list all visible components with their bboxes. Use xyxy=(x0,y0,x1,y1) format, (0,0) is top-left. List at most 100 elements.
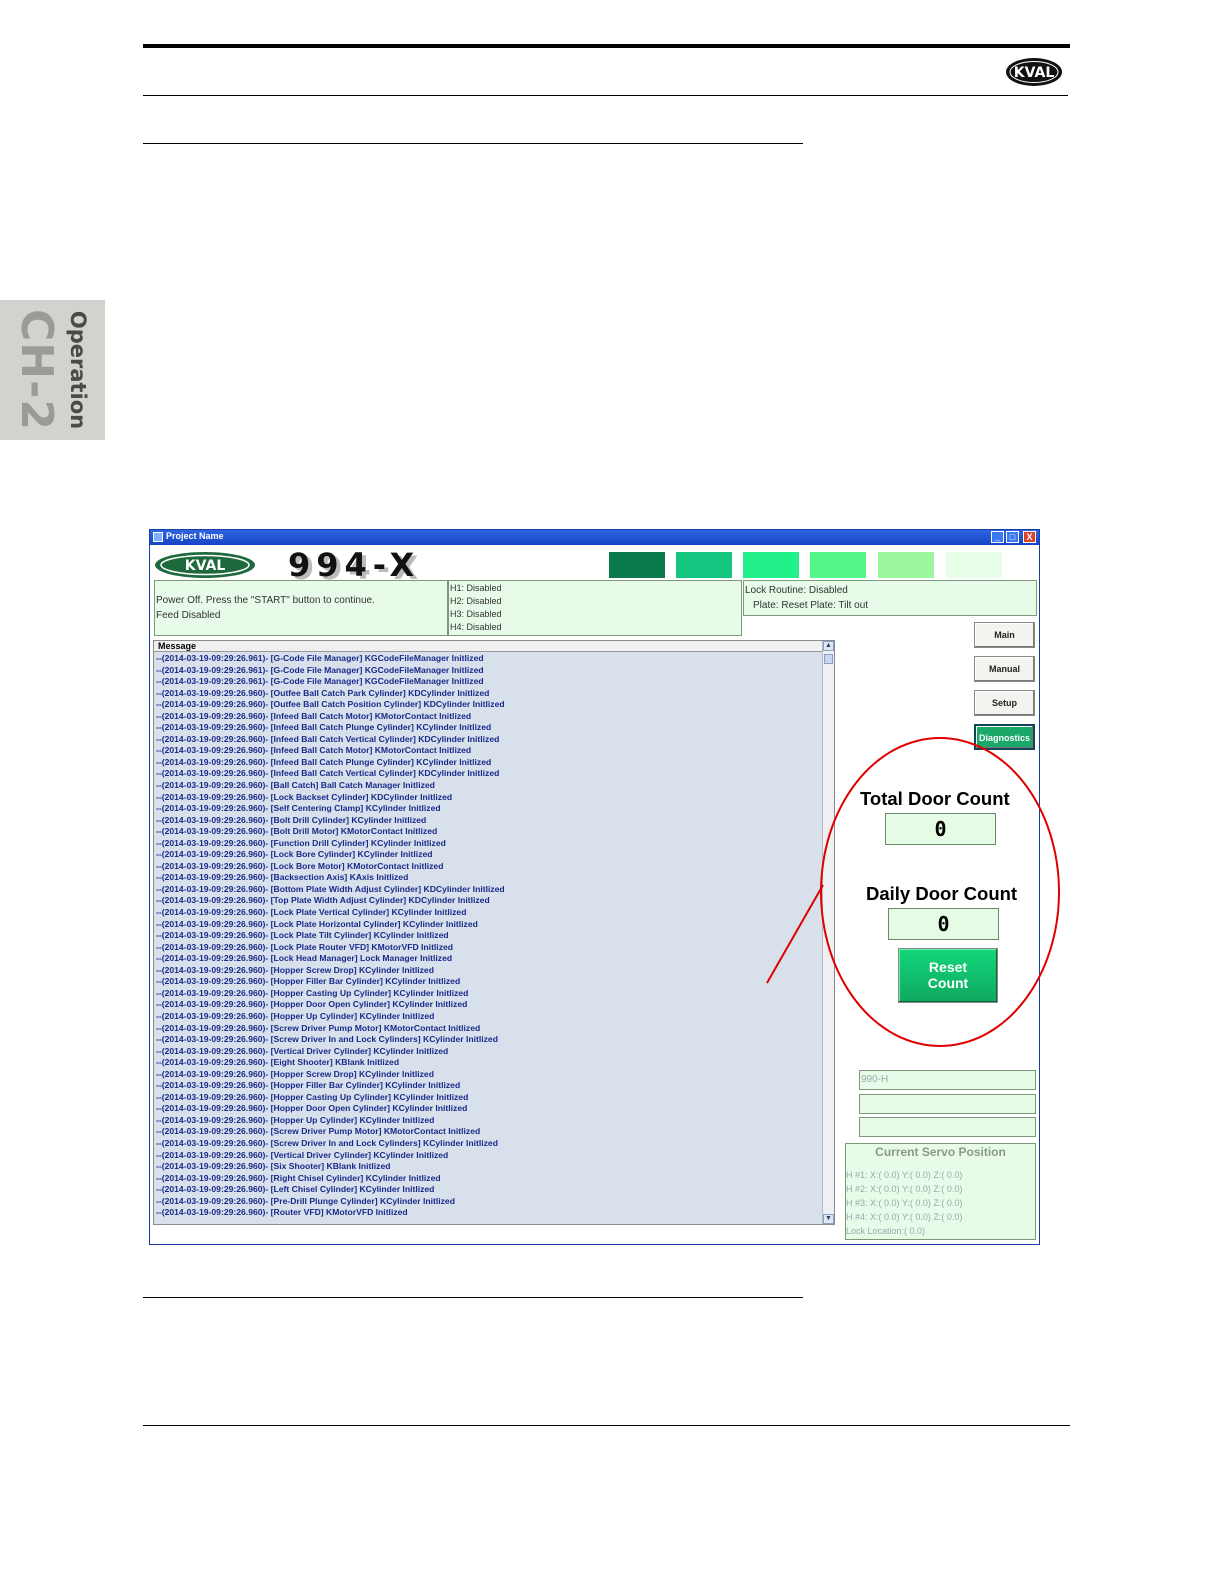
callout-circle xyxy=(820,737,1060,1047)
log-row: --(2014-03-19-09:29:26.961)- [G-Code Fil… xyxy=(156,676,484,687)
log-row: --(2014-03-19-09:29:26.960)- [Infeed Bal… xyxy=(156,745,472,756)
window-title: Project Name xyxy=(166,531,224,541)
scroll-thumb[interactable] xyxy=(824,654,833,664)
log-row: --(2014-03-19-09:29:26.960)- [Hopper Doo… xyxy=(156,999,468,1010)
servo-position-panel: Current Servo Position H #1: X:( 0.0) Y:… xyxy=(845,1143,1036,1240)
servo-lock-location: Lock Location:( 0.0) xyxy=(846,1226,926,1236)
log-row: --(2014-03-19-09:29:26.960)- [Lock Plate… xyxy=(156,907,467,918)
model-text: 994-X xyxy=(288,549,420,583)
log-row: --(2014-03-19-09:29:26.961)- [G-Code Fil… xyxy=(156,664,484,675)
log-row: --(2014-03-19-09:29:26.960)- [Hopper Fil… xyxy=(156,1080,461,1091)
log-row: --(2014-03-19-09:29:26.960)- [Hopper Doo… xyxy=(156,1103,468,1114)
log-row: --(2014-03-19-09:29:26.960)- [Lock Plate… xyxy=(156,918,478,929)
log-row: --(2014-03-19-09:29:26.960)- [Lock Backs… xyxy=(156,791,453,802)
log-row: --(2014-03-19-09:29:26.960)- [Hopper Up … xyxy=(156,1010,435,1021)
log-row: --(2014-03-19-09:29:26.960)- [Hopper Cas… xyxy=(156,1091,469,1102)
servo-line-h3: H #3: X:( 0.0) Y:( 0.0) Z:( 0.0) xyxy=(846,1198,963,1208)
log-row: --(2014-03-19-09:29:26.960)- [Router VFD… xyxy=(156,1207,408,1218)
log-row: --(2014-03-19-09:29:26.960)- [Backsectio… xyxy=(156,872,409,883)
callout-pointer xyxy=(766,884,824,984)
servo-title: Current Servo Position xyxy=(875,1145,1006,1159)
log-row: --(2014-03-19-09:29:26.960)- [Infeed Bal… xyxy=(156,722,492,733)
status-line-2: Feed Disabled xyxy=(156,610,221,621)
log-row: --(2014-03-19-09:29:26.960)- [Top Plate … xyxy=(156,895,490,906)
svg-text:KVAL: KVAL xyxy=(1014,65,1055,81)
info-field-2[interactable] xyxy=(859,1094,1036,1114)
log-row: --(2014-03-19-09:29:26.960)- [Hopper Cas… xyxy=(156,987,469,998)
log-row: --(2014-03-19-09:29:26.960)- [Lock Plate… xyxy=(156,930,449,941)
log-row: --(2014-03-19-09:29:26.960)- [Infeed Bal… xyxy=(156,710,472,721)
log-row: --(2014-03-19-09:29:26.960)- [Infeed Bal… xyxy=(156,733,500,744)
message-log[interactable]: Message --(2014-03-19-09:29:26.961)- [G-… xyxy=(153,640,835,1225)
info-field-3[interactable] xyxy=(859,1117,1036,1137)
log-row: --(2014-03-19-09:29:26.960)- [Lock Bore … xyxy=(156,849,433,860)
log-row: --(2014-03-19-09:29:26.960)- [Vertical D… xyxy=(156,1149,449,1160)
machine-model-field[interactable]: 990-H xyxy=(859,1070,1036,1090)
lock-panel: Lock Routine: Disabled Plate: Reset Plat… xyxy=(743,580,1037,616)
svg-text:KVAL: KVAL xyxy=(185,558,226,574)
log-row: --(2014-03-19-09:29:26.960)- [Right Chis… xyxy=(156,1172,441,1183)
log-row: --(2014-03-19-09:29:26.960)- [Vertical D… xyxy=(156,1045,449,1056)
status-indicator-3 xyxy=(743,552,799,578)
lock-routine: Lock Routine: Disabled xyxy=(745,585,848,596)
main-button[interactable]: Main xyxy=(974,622,1035,648)
servo-line-h4: H #4: X:( 0.0) Y:( 0.0) Z:( 0.0) xyxy=(846,1212,963,1222)
message-header: Message xyxy=(154,641,824,652)
status-line-1: Power Off. Press the "START" button to c… xyxy=(156,595,375,606)
section-rule-bottom xyxy=(143,1297,803,1298)
log-row: --(2014-03-19-09:29:26.960)- [Function D… xyxy=(156,837,446,848)
diagnostics-button[interactable]: Diagnostics xyxy=(974,724,1035,750)
log-row: --(2014-03-19-09:29:26.960)- [Hopper Scr… xyxy=(156,1068,434,1079)
log-row: --(2014-03-19-09:29:26.960)- [Bolt Drill… xyxy=(156,814,427,825)
log-row: --(2014-03-19-09:29:26.960)- [Screw Driv… xyxy=(156,1034,498,1045)
status-indicator-4 xyxy=(810,552,866,578)
status-indicator-6 xyxy=(946,552,1002,578)
log-row: --(2014-03-19-09:29:26.960)- [Screw Driv… xyxy=(156,1137,498,1148)
status-indicator-5 xyxy=(878,552,934,578)
log-row: --(2014-03-19-09:29:26.960)- [Left Chise… xyxy=(156,1184,435,1195)
chapter-label: CH-2 xyxy=(11,309,62,431)
log-row: --(2014-03-19-09:29:26.960)- [Bottom Pla… xyxy=(156,883,505,894)
head-status-2: H2: Disabled xyxy=(450,596,502,606)
log-row: --(2014-03-19-09:29:26.960)- [Bolt Drill… xyxy=(156,826,438,837)
heads-panel: H1: Disabled H2: Disabled H3: Disabled H… xyxy=(448,580,742,636)
title-bar[interactable]: Project Name _ □ X xyxy=(150,530,1039,545)
header-rule-thick xyxy=(143,44,1070,48)
chapter-tab: CH-2 Operation xyxy=(0,300,105,440)
log-row: --(2014-03-19-09:29:26.960)- [Six Shoote… xyxy=(156,1161,391,1172)
close-button[interactable]: X xyxy=(1023,531,1036,543)
status-panel: Power Off. Press the "START" button to c… xyxy=(154,580,448,636)
scroll-down-icon[interactable]: ▼ xyxy=(823,1214,834,1224)
head-status-3: H3: Disabled xyxy=(450,609,502,619)
log-row: --(2014-03-19-09:29:26.960)- [Lock Bore … xyxy=(156,860,444,871)
kval-logo: KVAL xyxy=(1006,58,1062,86)
model-banner: 994-X 994-X xyxy=(288,549,420,583)
section-label: Operation xyxy=(66,310,90,430)
log-row: --(2014-03-19-09:29:26.961)- [G-Code Fil… xyxy=(156,653,484,663)
message-rows: --(2014-03-19-09:29:26.961)- [G-Code Fil… xyxy=(156,653,824,1219)
log-row: --(2014-03-19-09:29:26.960)- [Lock Plate… xyxy=(156,941,454,952)
status-indicator-2 xyxy=(676,552,732,578)
header-rule-thin xyxy=(143,95,1068,96)
log-row: --(2014-03-19-09:29:26.960)- [Hopper Scr… xyxy=(156,964,434,975)
log-row: --(2014-03-19-09:29:26.960)- [Eight Shoo… xyxy=(156,1057,400,1068)
log-row: --(2014-03-19-09:29:26.960)- [Screw Driv… xyxy=(156,1022,481,1033)
log-row: --(2014-03-19-09:29:26.960)- [Lock Head … xyxy=(156,953,453,964)
minimize-button[interactable]: _ xyxy=(991,531,1004,543)
maximize-button[interactable]: □ xyxy=(1006,531,1019,543)
footer-rule xyxy=(143,1425,1070,1426)
log-row: --(2014-03-19-09:29:26.960)- [Hopper Fil… xyxy=(156,976,461,987)
scroll-up-icon[interactable]: ▲ xyxy=(823,641,834,651)
log-row: --(2014-03-19-09:29:26.960)- [Infeed Bal… xyxy=(156,756,492,767)
section-rule-top xyxy=(143,143,803,144)
status-indicator-1 xyxy=(609,552,665,578)
servo-line-h2: H #2: X:( 0.0) Y:( 0.0) Z:( 0.0) xyxy=(846,1184,963,1194)
log-row: --(2014-03-19-09:29:26.960)- [Hopper Up … xyxy=(156,1114,435,1125)
head-status-1: H1: Disabled xyxy=(450,583,502,593)
manual-button[interactable]: Manual xyxy=(974,656,1035,682)
log-row: --(2014-03-19-09:29:26.960)- [Pre-Drill … xyxy=(156,1195,455,1206)
setup-button[interactable]: Setup xyxy=(974,690,1035,716)
log-row: --(2014-03-19-09:29:26.960)- [Outfee Bal… xyxy=(156,687,490,698)
app-kval-logo: KVAL xyxy=(155,552,255,578)
servo-line-h1: H #1: X:( 0.0) Y:( 0.0) Z:( 0.0) xyxy=(846,1170,963,1180)
